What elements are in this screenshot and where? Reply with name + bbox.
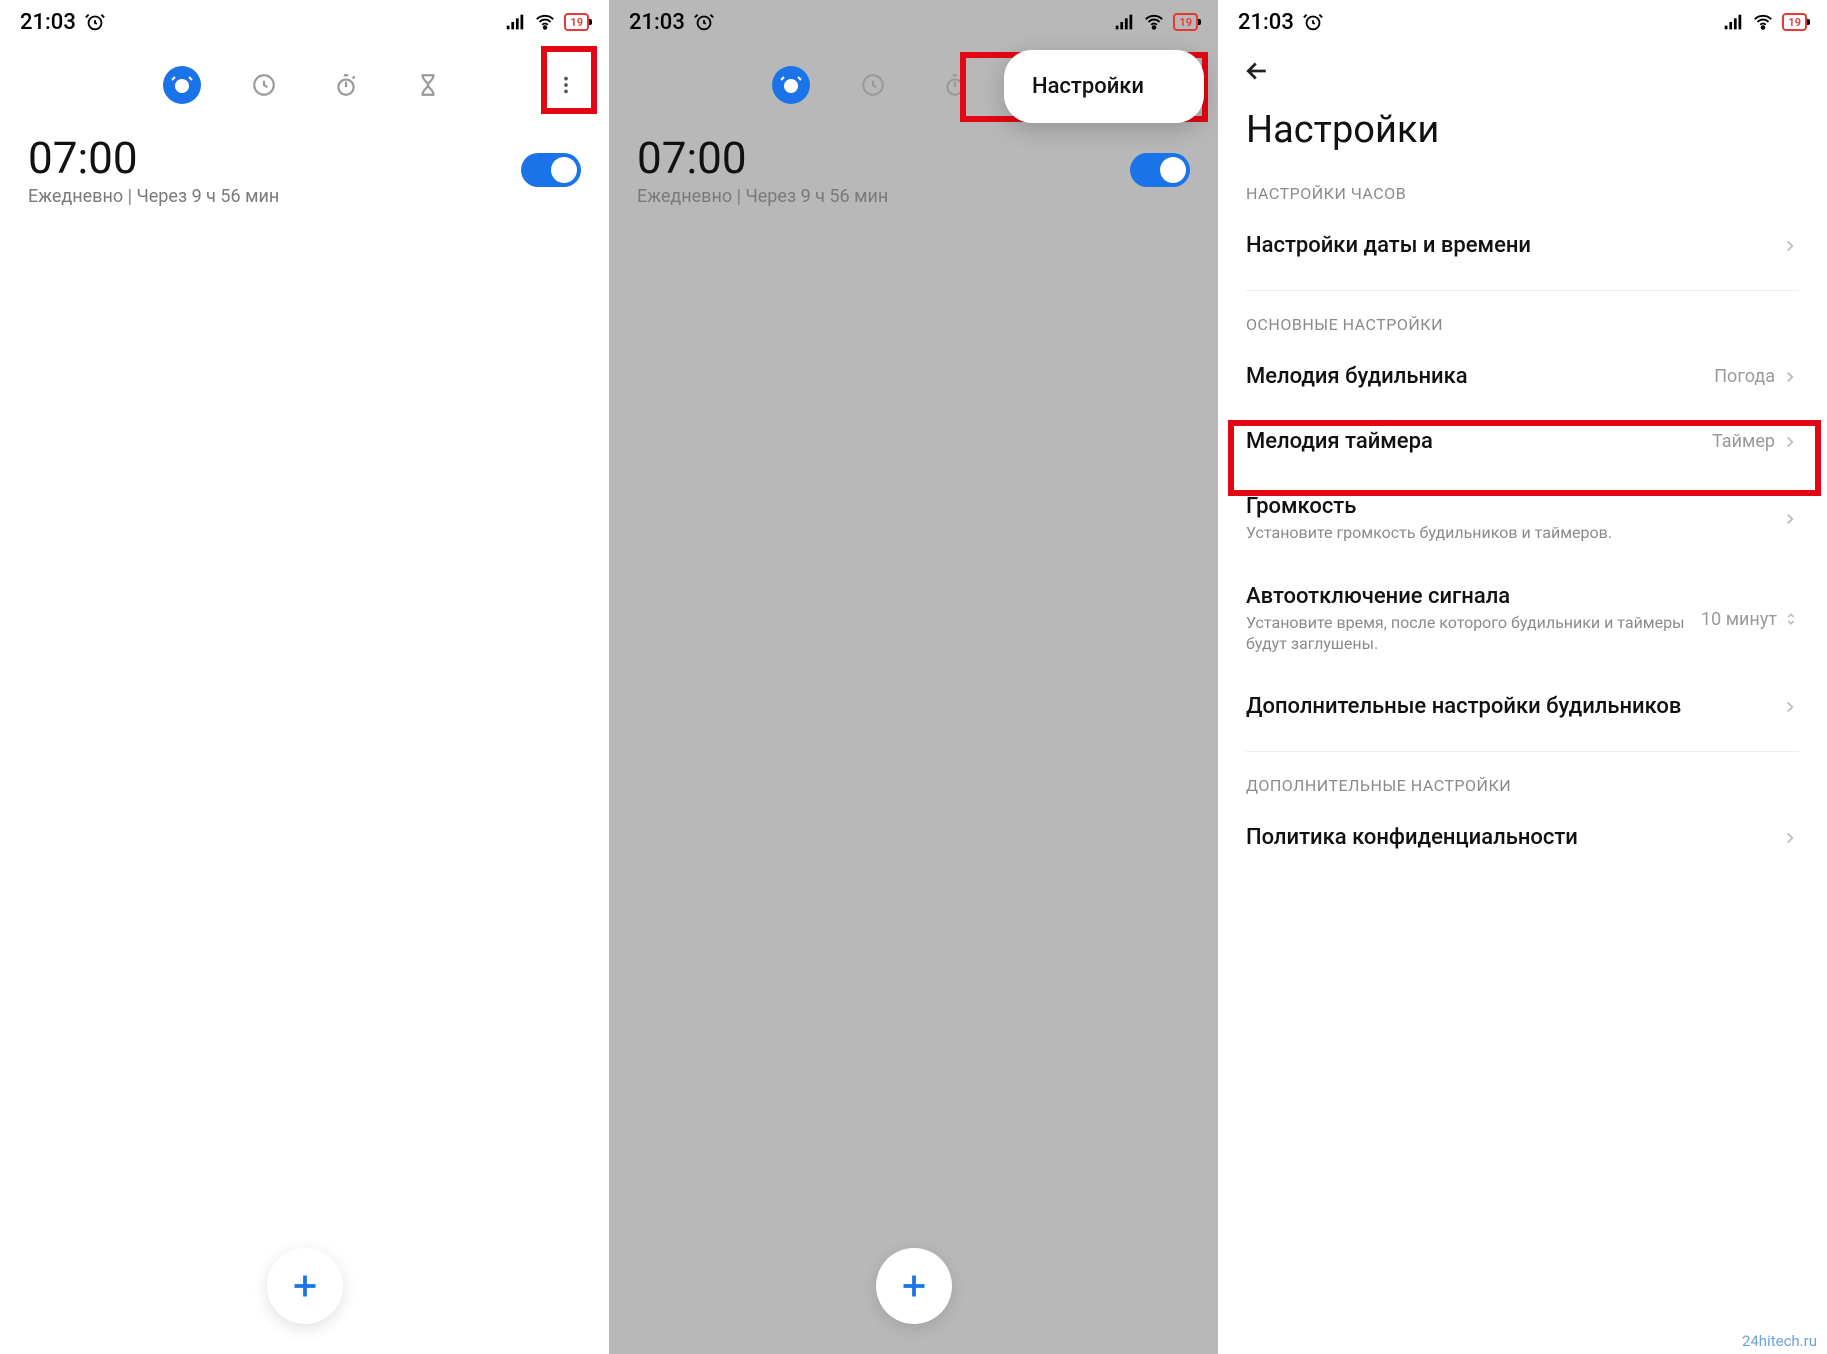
divider (1246, 751, 1799, 752)
status-bar: 21:03 19 (0, 0, 609, 40)
wifi-icon (1752, 11, 1774, 33)
chevron-right-icon (1781, 698, 1799, 716)
divider (1246, 290, 1799, 291)
alarm-toggle[interactable] (1130, 153, 1190, 187)
status-time: 21:03 (20, 10, 76, 35)
status-bar: 21:03 19 (1218, 0, 1827, 40)
status-time: 21:03 (629, 10, 685, 35)
alarm-row[interactable]: 07:00 Ежедневно | Через 9 ч 56 мин (609, 120, 1218, 217)
back-button[interactable] (1242, 56, 1274, 88)
status-bar: 21:03 19 (609, 0, 1218, 40)
screen-overflow-open: 21:03 19 (609, 0, 1218, 1354)
overflow-menu-button[interactable] (543, 62, 589, 108)
alarm-toggle[interactable] (521, 153, 581, 187)
wifi-icon (1143, 11, 1165, 33)
overflow-popup: Настройки (1004, 50, 1204, 123)
chevron-right-icon (1781, 237, 1799, 255)
chevron-right-icon (1781, 510, 1799, 528)
setting-datetime[interactable]: Настройки даты и времени (1218, 213, 1827, 278)
alarm-status-icon (1302, 11, 1324, 33)
alarm-subtitle: Ежедневно | Через 9 ч 56 мин (28, 186, 279, 207)
setting-privacy[interactable]: Политика конфиденциальности (1218, 805, 1827, 870)
screen-alarm-list: 21:03 19 (0, 0, 609, 1354)
battery-icon: 19 (564, 13, 589, 31)
wifi-icon (534, 11, 556, 33)
tab-clock[interactable] (854, 66, 892, 104)
settings-title: Настройки (1218, 96, 1827, 172)
watermark: 24hitech.ru (1742, 1332, 1817, 1350)
tabs-row (0, 40, 609, 120)
signal-icon (1113, 11, 1135, 33)
chevron-right-icon (1781, 433, 1799, 451)
tab-clock[interactable] (245, 66, 283, 104)
battery-icon: 19 (1782, 13, 1807, 31)
add-alarm-fab[interactable] (876, 1248, 952, 1324)
battery-icon: 19 (1173, 13, 1198, 31)
popup-settings-item[interactable]: Настройки (1032, 74, 1144, 99)
screen-settings: 21:03 19 Настройки НАСТРОЙКИ ЧАСОВ Настр… (1218, 0, 1827, 1354)
add-alarm-fab[interactable] (267, 1248, 343, 1324)
tab-timer[interactable] (409, 66, 447, 104)
updown-icon (1783, 610, 1799, 628)
alarm-time: 07:00 (28, 132, 279, 184)
setting-alarm-sound[interactable]: Мелодия будильника Погода (1218, 344, 1827, 409)
alarm-subtitle: Ежедневно | Через 9 ч 56 мин (637, 186, 888, 207)
chevron-right-icon (1781, 829, 1799, 847)
setting-advanced-alarms[interactable]: Дополнительные настройки будильников (1218, 674, 1827, 739)
tab-alarm[interactable] (772, 66, 810, 104)
section-extra-label: ДОПОЛНИТЕЛЬНЫЕ НАСТРОЙКИ (1218, 764, 1827, 805)
setting-timer-sound[interactable]: Мелодия таймера Таймер (1218, 409, 1827, 474)
section-clock-label: НАСТРОЙКИ ЧАСОВ (1218, 172, 1827, 213)
setting-volume[interactable]: Громкость Установите громкость будильник… (1218, 474, 1827, 564)
status-time: 21:03 (1238, 10, 1294, 35)
alarm-status-icon (84, 11, 106, 33)
alarm-time: 07:00 (637, 132, 888, 184)
tab-stopwatch[interactable] (327, 66, 365, 104)
setting-auto-off[interactable]: Автоотключение сигнала Установите время,… (1218, 564, 1827, 675)
signal-icon (504, 11, 526, 33)
chevron-right-icon (1781, 368, 1799, 386)
tab-alarm[interactable] (163, 66, 201, 104)
alarm-status-icon (693, 11, 715, 33)
section-main-label: ОСНОВНЫЕ НАСТРОЙКИ (1218, 303, 1827, 344)
alarm-row[interactable]: 07:00 Ежедневно | Через 9 ч 56 мин (0, 120, 609, 217)
signal-icon (1722, 11, 1744, 33)
tab-stopwatch[interactable] (936, 66, 974, 104)
